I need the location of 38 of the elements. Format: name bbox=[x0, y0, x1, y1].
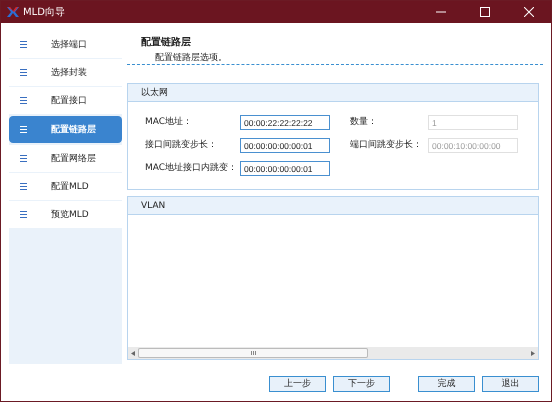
input-field[interactable]: 00:00:00:00:00:01 bbox=[240, 161, 330, 176]
field-label: 接口间跳变步长： bbox=[145, 140, 218, 151]
wizard-button[interactable]: 完成 bbox=[418, 376, 475, 392]
page-title: 配置链路层 bbox=[141, 36, 192, 49]
wizard-button[interactable]: 退出 bbox=[482, 376, 539, 392]
panel-title: VLAN bbox=[141, 200, 166, 210]
app-logo-icon bbox=[7, 7, 19, 17]
sidebar-item[interactable]: 选择封装 bbox=[9, 59, 122, 86]
wizard-button[interactable]: 下一步 bbox=[333, 376, 390, 392]
sidebar-item[interactable]: 配置链路层 bbox=[9, 116, 122, 143]
scroll-right-icon[interactable] bbox=[531, 350, 535, 356]
list-icon bbox=[20, 183, 27, 190]
sidebar-item[interactable]: 配置MLD bbox=[9, 173, 122, 200]
list-icon bbox=[20, 41, 27, 48]
field-label: MAC地址接口内跳变： bbox=[145, 163, 238, 174]
field-label: 数量： bbox=[350, 117, 378, 128]
sidebar-item[interactable]: 选择端口 bbox=[9, 31, 122, 58]
page-subtitle: 配置链路层选项。 bbox=[155, 52, 228, 64]
sidebar-item[interactable]: 配置接口 bbox=[9, 87, 122, 114]
close-icon[interactable] bbox=[524, 7, 534, 17]
scrollbar-thumb[interactable] bbox=[138, 348, 368, 358]
sidebar-item[interactable]: 预览MLD bbox=[9, 201, 122, 228]
wizard-button[interactable]: 上一步 bbox=[269, 376, 326, 392]
input-field[interactable]: 00:00:22:22:22:22 bbox=[240, 115, 330, 130]
list-icon bbox=[20, 155, 27, 162]
list-icon bbox=[20, 211, 27, 218]
panel-title: 以太网 bbox=[141, 86, 168, 99]
list-icon bbox=[20, 126, 27, 133]
list-icon bbox=[20, 97, 27, 104]
sidebar-item[interactable]: 配置网络层 bbox=[9, 145, 122, 172]
horizontal-scrollbar[interactable] bbox=[128, 347, 538, 359]
field-label: MAC地址： bbox=[145, 117, 194, 128]
scroll-left-icon[interactable] bbox=[131, 350, 135, 356]
input-field[interactable]: 00:00:00:00:00:01 bbox=[240, 138, 330, 153]
field-label: 端口间跳变步长： bbox=[350, 140, 423, 151]
window-title: MLD向导 bbox=[23, 6, 66, 19]
list-icon bbox=[20, 69, 27, 76]
maximize-icon[interactable] bbox=[480, 7, 490, 17]
